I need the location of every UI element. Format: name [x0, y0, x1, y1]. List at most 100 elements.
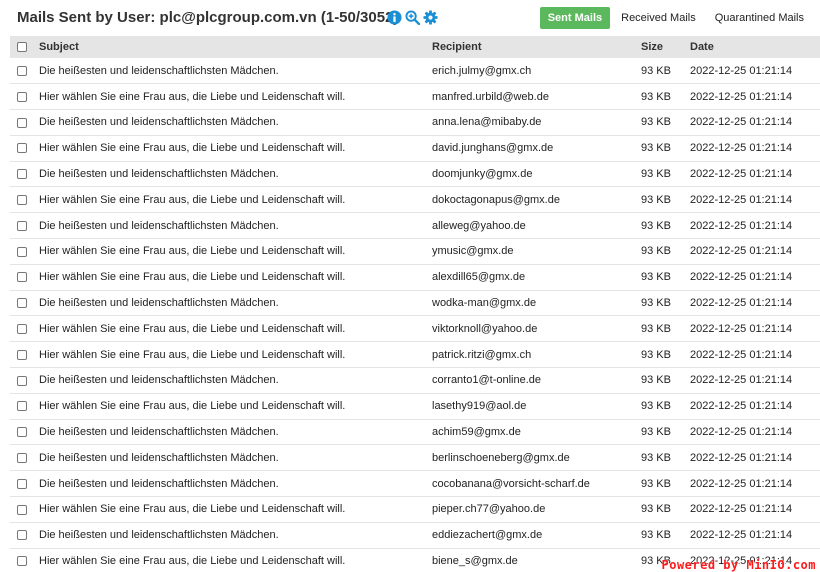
row-checkbox[interactable] — [17, 323, 27, 334]
subject-cell[interactable]: Die heißesten und leidenschaftlichsten M… — [39, 471, 432, 497]
row-checkbox[interactable] — [17, 143, 27, 154]
recipient-cell: david.junghans@gmx.de — [432, 142, 554, 155]
table-row[interactable]: Die heißesten und leidenschaftlichsten M… — [10, 522, 820, 549]
table-row[interactable]: Die heißesten und leidenschaftlichsten M… — [10, 368, 820, 394]
subject-cell[interactable]: Hier wählen Sie eine Frau aus, die Liebe… — [39, 187, 432, 213]
subject-cell[interactable]: Die heißesten und leidenschaftlichsten M… — [39, 368, 432, 394]
row-checkbox[interactable] — [17, 220, 27, 231]
table-row[interactable]: Die heißesten und leidenschaftlichsten M… — [10, 213, 820, 239]
size-cell: 93 KB — [641, 322, 671, 335]
subject-cell[interactable]: Hier wählen Sie eine Frau aus, die Liebe… — [39, 135, 432, 161]
column-recipient[interactable]: Recipient — [432, 36, 641, 58]
row-checkbox[interactable] — [17, 272, 27, 283]
recipient-cell: dokoctagonapus@gmx.de — [432, 193, 560, 206]
subject-cell[interactable]: Hier wählen Sie eine Frau aus, die Liebe… — [39, 497, 432, 523]
row-select-cell — [10, 239, 39, 265]
row-checkbox[interactable] — [17, 169, 27, 180]
tab-received-mails[interactable]: Received Mails — [613, 8, 704, 28]
column-subject[interactable]: Subject — [39, 36, 432, 58]
gear-icon[interactable] — [423, 10, 438, 25]
table-row[interactable]: Hier wählen Sie eine Frau aus, die Liebe… — [10, 393, 820, 420]
table-row[interactable]: Die heißesten und leidenschaftlichsten M… — [10, 471, 820, 497]
zoom-icon[interactable] — [405, 10, 420, 25]
subject-cell[interactable]: Hier wählen Sie eine Frau aus, die Liebe… — [39, 342, 432, 368]
row-checkbox[interactable] — [17, 91, 27, 102]
subject-cell[interactable]: Hier wählen Sie eine Frau aus, die Liebe… — [39, 548, 432, 572]
subject-cell[interactable]: Die heißesten und leidenschaftlichsten M… — [39, 290, 432, 316]
date-cell: 2022-12-25 01:21:14 — [690, 400, 793, 413]
date-cell: 2022-12-25 01:21:14 — [690, 374, 793, 387]
tab-quarantined-mails[interactable]: Quarantined Mails — [707, 8, 812, 28]
info-icon[interactable] — [387, 10, 402, 25]
row-checkbox[interactable] — [17, 401, 27, 412]
subject-cell[interactable]: Die heißesten und leidenschaftlichsten M… — [39, 110, 432, 136]
subject-cell[interactable]: Die heißesten und leidenschaftlichsten M… — [39, 58, 432, 84]
size-cell: 93 KB — [641, 168, 671, 181]
row-checkbox[interactable] — [17, 194, 27, 205]
table-row[interactable]: Hier wählen Sie eine Frau aus, die Liebe… — [10, 84, 820, 110]
table-row[interactable]: Hier wählen Sie eine Frau aus, die Liebe… — [10, 342, 820, 368]
subject-cell[interactable]: Die heißesten und leidenschaftlichsten M… — [39, 161, 432, 187]
date-cell: 2022-12-25 01:21:14 — [690, 64, 793, 77]
column-date[interactable]: Date — [690, 36, 820, 58]
row-select-cell — [10, 187, 39, 213]
page-header: Mails Sent by User: plc@plcgroup.com.vn … — [0, 0, 820, 36]
tab-sent-mails[interactable]: Sent Mails — [539, 7, 611, 29]
row-select-cell — [10, 58, 39, 84]
table-row[interactable]: Die heißesten und leidenschaftlichsten M… — [10, 58, 820, 84]
row-select-cell — [10, 264, 39, 290]
row-checkbox[interactable] — [17, 556, 27, 567]
table-row[interactable]: Hier wählen Sie eine Frau aus, die Liebe… — [10, 239, 820, 265]
row-checkbox[interactable] — [17, 478, 27, 489]
row-checkbox[interactable] — [17, 375, 27, 386]
subject-cell[interactable]: Hier wählen Sie eine Frau aus, die Liebe… — [39, 239, 432, 265]
subject-cell[interactable]: Die heißesten und leidenschaftlichsten M… — [39, 445, 432, 471]
row-select-cell — [10, 213, 39, 239]
subject-cell[interactable]: Hier wählen Sie eine Frau aus, die Liebe… — [39, 316, 432, 342]
size-cell: 93 KB — [641, 271, 671, 284]
row-select-cell — [10, 316, 39, 342]
size-cell: 93 KB — [641, 529, 671, 542]
size-cell: 93 KB — [641, 503, 671, 516]
row-checkbox[interactable] — [17, 246, 27, 257]
row-checkbox[interactable] — [17, 504, 27, 515]
row-select-cell — [10, 471, 39, 497]
row-select-cell — [10, 84, 39, 110]
recipient-cell: berlinschoeneberg@gmx.de — [432, 451, 570, 464]
row-checkbox[interactable] — [17, 530, 27, 541]
table-row[interactable]: Hier wählen Sie eine Frau aus, die Liebe… — [10, 135, 820, 162]
recipient-cell: achim59@gmx.de — [432, 426, 521, 439]
date-cell: 2022-12-25 01:21:14 — [690, 245, 793, 258]
table-row[interactable]: Die heißesten und leidenschaftlichsten M… — [10, 290, 820, 316]
subject-cell[interactable]: Die heißesten und leidenschaftlichsten M… — [39, 213, 432, 239]
recipient-cell: alleweg@yahoo.de — [432, 219, 526, 232]
subject-cell[interactable]: Hier wählen Sie eine Frau aus, die Liebe… — [39, 84, 432, 110]
row-checkbox[interactable] — [17, 452, 27, 463]
row-checkbox[interactable] — [17, 427, 27, 438]
table-row[interactable]: Hier wählen Sie eine Frau aus, die Liebe… — [10, 187, 820, 213]
subject-cell[interactable]: Die heißesten und leidenschaftlichsten M… — [39, 522, 432, 548]
size-cell: 93 KB — [641, 374, 671, 387]
subject-cell[interactable]: Hier wählen Sie eine Frau aus, die Liebe… — [39, 393, 432, 419]
table-row[interactable]: Hier wählen Sie eine Frau aus, die Liebe… — [10, 264, 820, 291]
row-checkbox[interactable] — [17, 349, 27, 360]
table-row[interactable]: Die heißesten und leidenschaftlichsten M… — [10, 419, 820, 445]
recipient-cell: patrick.ritzi@gmx.ch — [432, 348, 532, 361]
select-all-checkbox[interactable] — [17, 42, 27, 53]
row-checkbox[interactable] — [17, 298, 27, 309]
row-checkbox[interactable] — [17, 117, 27, 128]
date-cell: 2022-12-25 01:21:14 — [690, 297, 793, 310]
table-row[interactable]: Hier wählen Sie eine Frau aus, die Liebe… — [10, 497, 820, 523]
date-cell: 2022-12-25 01:21:14 — [690, 142, 793, 155]
subject-cell[interactable]: Hier wählen Sie eine Frau aus, die Liebe… — [39, 264, 432, 290]
column-size[interactable]: Size — [641, 36, 690, 58]
row-checkbox[interactable] — [17, 65, 27, 76]
table-row[interactable]: Die heißesten und leidenschaftlichsten M… — [10, 110, 820, 136]
date-cell: 2022-12-25 01:21:14 — [690, 529, 793, 542]
row-select-cell — [10, 342, 39, 368]
table-row[interactable]: Hier wählen Sie eine Frau aus, die Liebe… — [10, 316, 820, 342]
table-row[interactable]: Die heißesten und leidenschaftlichsten M… — [10, 445, 820, 471]
recipient-cell: eddiezachert@gmx.de — [432, 529, 543, 542]
subject-cell[interactable]: Die heißesten und leidenschaftlichsten M… — [39, 419, 432, 445]
table-row[interactable]: Die heißesten und leidenschaftlichsten M… — [10, 161, 820, 187]
